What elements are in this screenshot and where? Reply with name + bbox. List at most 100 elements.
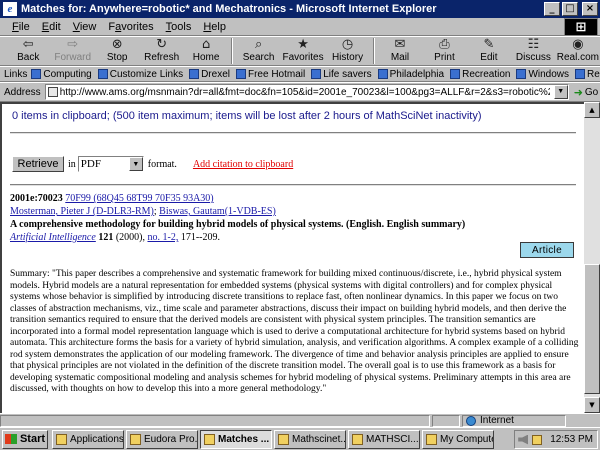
- link-drexel[interactable]: Drexel: [189, 69, 230, 80]
- taskbar-item-applications[interactable]: Applications: [52, 429, 124, 449]
- maximize-button[interactable]: □: [562, 2, 578, 16]
- start-button[interactable]: Start: [2, 429, 48, 449]
- link-realplayer[interactable]: RealPlayer: [575, 69, 600, 80]
- link-computing[interactable]: Computing: [31, 69, 92, 80]
- discuss-button[interactable]: ☷ Discuss: [511, 37, 555, 65]
- taskbar-item-matches[interactable]: Matches ...: [200, 429, 272, 449]
- address-label: Address: [4, 86, 41, 98]
- realcom-button[interactable]: ◉ Real.com: [556, 37, 600, 65]
- minimize-button[interactable]: _: [544, 2, 560, 16]
- forward-button[interactable]: ⇨ Forward: [50, 37, 94, 65]
- divider: [10, 132, 576, 134]
- refresh-button[interactable]: ↻ Refresh: [139, 37, 183, 65]
- menu-favorites[interactable]: Favorites: [102, 21, 159, 33]
- menu-help[interactable]: Help: [197, 21, 232, 33]
- author-link-mosterman[interactable]: Mosterman, Pieter J (D-DLR3-RM): [10, 206, 154, 217]
- classification-link[interactable]: 70F99 (68Q45 68T99 70F35 93A30): [65, 193, 213, 204]
- link-free-hotmail[interactable]: Free Hotmail: [235, 69, 305, 80]
- volume-icon[interactable]: [518, 434, 529, 445]
- menu-tools[interactable]: Tools: [160, 21, 198, 33]
- menu-edit[interactable]: Edit: [36, 21, 67, 33]
- summary-text: Summary: "This paper describes a compreh…: [10, 269, 579, 394]
- link-customize-links[interactable]: Customize Links: [97, 69, 183, 80]
- go-button[interactable]: ➜ Go: [574, 86, 599, 99]
- address-bar: Address ▼ ➜Go: [0, 82, 600, 102]
- window-title: Matches for: Anywhere=robotic* and Mecha…: [21, 3, 437, 15]
- scrollbar-thumb[interactable]: [584, 264, 600, 394]
- history-button[interactable]: ◷ History: [325, 37, 369, 65]
- home-button[interactable]: ⌂ Home: [184, 37, 228, 65]
- author-link-biswas[interactable]: Biswas, Gautam(1-VDB-ES): [159, 206, 276, 217]
- issue-link[interactable]: no. 1-2,: [147, 232, 178, 243]
- search-button[interactable]: ⌕ Search: [236, 37, 280, 65]
- link-recreation[interactable]: Recreation: [450, 69, 510, 80]
- windows-logo-icon: ⊞: [575, 19, 587, 35]
- retrieve-button[interactable]: Retrieve: [12, 156, 64, 172]
- address-box[interactable]: ▼: [44, 84, 569, 100]
- computer-icon: [426, 433, 437, 445]
- standard-toolbar: ⇦ Back ⇨ Forward ⊗ Stop ↻ Refresh ⌂ Home ⌕ Sea…: [0, 36, 600, 66]
- link-page-icon: [311, 69, 322, 79]
- link-page-icon: [235, 69, 246, 79]
- volume: 121: [98, 232, 114, 243]
- mail-button[interactable]: ✉ Mail: [378, 37, 422, 65]
- address-input[interactable]: [59, 86, 550, 98]
- link-page-icon: [516, 69, 527, 79]
- stop-button[interactable]: ⊗ Stop: [95, 37, 139, 65]
- links-bar: Links Computing Customize Links Drexel F…: [0, 66, 600, 82]
- status-main: [0, 414, 430, 427]
- chevron-down-icon[interactable]: ▼: [553, 85, 568, 99]
- taskbar-item-eudora[interactable]: Eudora Pro...: [126, 429, 198, 449]
- format-label: format.: [147, 158, 177, 170]
- scroll-down-arrow-icon[interactable]: ▼: [584, 397, 600, 413]
- menu-bar: File Edit View Favorites Tools Help ⊞: [0, 18, 600, 36]
- link-page-icon: [377, 69, 388, 79]
- vertical-scrollbar[interactable]: ▲ ▼: [584, 102, 600, 413]
- clock: 12:53 PM: [550, 434, 593, 445]
- menu-view[interactable]: View: [67, 21, 103, 33]
- authors-line: Mosterman, Pieter J (D-DLR3-RM); Biswas,…: [10, 206, 276, 217]
- toolbar-separator: [372, 38, 375, 64]
- refresh-icon: ↻: [156, 37, 168, 52]
- review-entry: 2001e:70023 70F99 (68Q45 68T99 70F35 93A…: [10, 192, 570, 244]
- security-zone: Internet: [462, 414, 566, 427]
- divider: [10, 184, 576, 186]
- links-title: Links: [4, 68, 28, 80]
- format-select[interactable]: PDF ▼: [77, 156, 144, 172]
- taskbar-item-mathsci[interactable]: MATHSCI...: [348, 429, 420, 449]
- window-titlebar: e Matches for: Anywhere=robotic* and Mec…: [0, 0, 600, 18]
- back-button[interactable]: ⇦ Back: [6, 37, 50, 65]
- internet-explorer-icon: e: [3, 2, 17, 16]
- link-page-icon: [450, 69, 461, 79]
- link-life-savers[interactable]: Life savers: [311, 69, 372, 80]
- page-icon: [47, 87, 58, 97]
- journal-link[interactable]: Artificial Intelligence: [10, 232, 96, 243]
- menu-file[interactable]: File: [6, 21, 36, 33]
- close-button[interactable]: ×: [582, 2, 598, 16]
- taskbar-item-my-computer[interactable]: My Computer: [422, 429, 494, 449]
- windows-flag-icon: [4, 434, 17, 444]
- link-windows[interactable]: Windows: [516, 69, 569, 80]
- clipboard-status: 0 items in clipboard; (500 item maximum;…: [12, 110, 482, 122]
- link-philadelphia[interactable]: Philadelphia: [377, 69, 444, 80]
- add-citation-link[interactable]: Add citation to clipboard: [193, 159, 293, 170]
- go-arrow-icon: ➜: [573, 85, 583, 99]
- edit-button[interactable]: ✎ Edit: [467, 37, 511, 65]
- globe-icon: [466, 415, 476, 426]
- tray-app-icon[interactable]: [532, 434, 543, 445]
- folder-icon: [56, 433, 67, 445]
- taskbar-item-mathscinet[interactable]: Mathscinet...: [274, 429, 346, 449]
- print-button[interactable]: ⎙ Print: [422, 37, 466, 65]
- scroll-up-arrow-icon[interactable]: ▲: [584, 102, 600, 118]
- link-page-icon: [31, 69, 42, 79]
- internet-explorer-icon: [204, 433, 215, 445]
- discuss-icon: ☷: [527, 37, 540, 52]
- eudora-icon: [130, 433, 141, 445]
- paper-title: A comprehensive methodology for building…: [10, 219, 466, 230]
- favorites-button[interactable]: ★ Favorites: [281, 37, 325, 65]
- realcom-icon: ◉: [572, 37, 584, 52]
- citation-line: Artificial Intelligence 121 (2000), no. …: [10, 231, 570, 244]
- print-icon: ⎙: [439, 37, 450, 52]
- article-button[interactable]: Article: [520, 242, 574, 258]
- mail-icon: ✉: [394, 37, 406, 52]
